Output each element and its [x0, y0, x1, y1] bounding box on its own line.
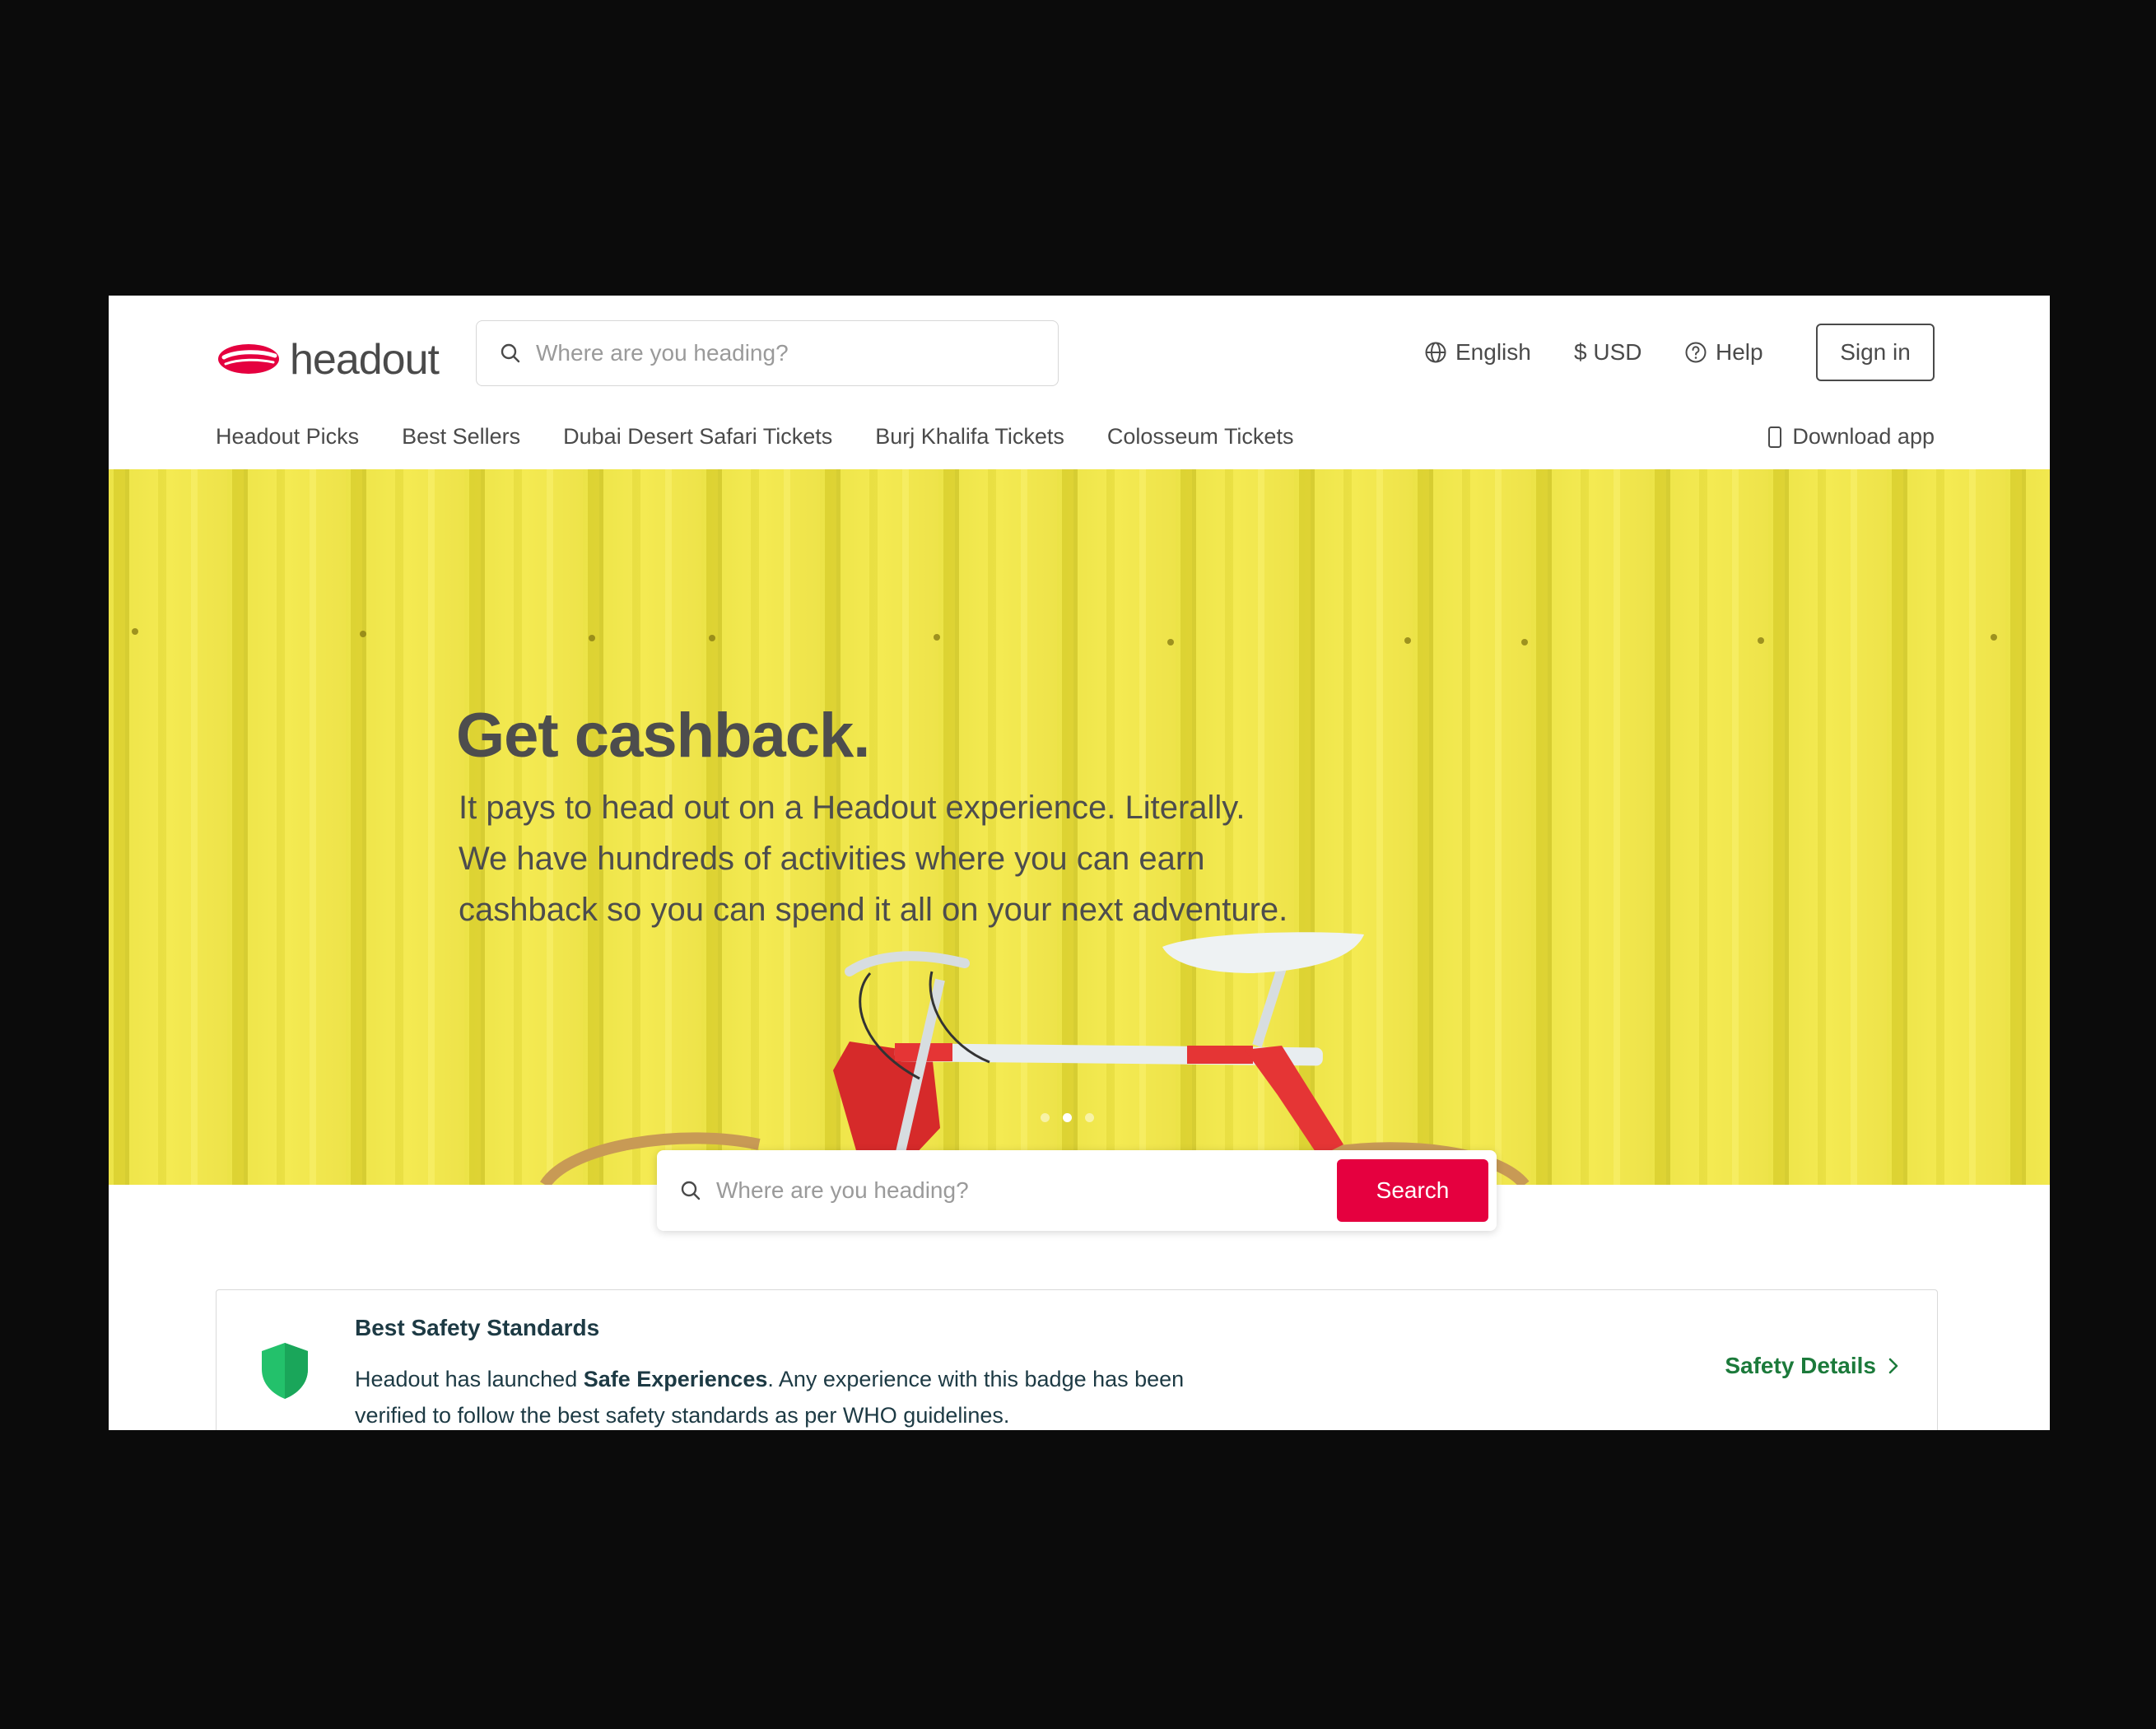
carousel-dots [1041, 1113, 1094, 1122]
headout-logo[interactable]: headout [216, 330, 440, 389]
carousel-dot[interactable] [1085, 1113, 1094, 1122]
sign-in-button[interactable]: Sign in [1816, 324, 1935, 381]
hero-search-box[interactable]: Search [657, 1150, 1497, 1231]
browser-viewport: headout English $ USD [109, 296, 2050, 1430]
safety-details-link[interactable]: Safety Details [1725, 1353, 1899, 1379]
header-search-box[interactable] [476, 320, 1059, 386]
hero-search-input[interactable] [715, 1177, 1327, 1205]
safety-text-part: . Any experience with this badge has bee… [767, 1367, 1185, 1391]
help-link[interactable]: Help [1684, 333, 1763, 371]
header-search-input[interactable] [534, 339, 1031, 367]
globe-icon [1425, 342, 1446, 363]
safety-text-part: Headout has launched [355, 1367, 584, 1391]
safety-title: Best Safety Standards [355, 1315, 600, 1340]
nav-item-burj-khalifa[interactable]: Burj Khalifa Tickets [875, 424, 1064, 457]
hero-banner: Get cashback. It pays to head out on a H… [109, 469, 2050, 1185]
download-app-label: Download app [1792, 424, 1935, 449]
search-icon [681, 1181, 701, 1200]
nav-item-headout-picks[interactable]: Headout Picks [216, 424, 359, 457]
chevron-right-icon [1888, 1358, 1898, 1374]
nav-item-colosseum[interactable]: Colosseum Tickets [1107, 424, 1294, 457]
safety-details-label: Safety Details [1725, 1353, 1876, 1378]
language-label: English [1455, 339, 1531, 365]
safety-standards-card: Best Safety Standards Headout has launch… [216, 1289, 1938, 1430]
nav-item-best-sellers[interactable]: Best Sellers [402, 424, 520, 457]
safe-experiences-label: Safe Experiences [583, 1367, 768, 1391]
language-selector[interactable]: English [1424, 333, 1531, 371]
download-app-link[interactable]: Download app [1767, 424, 1935, 450]
currency-label: $ USD [1574, 339, 1642, 365]
search-button[interactable]: Search [1337, 1159, 1488, 1222]
safety-text-line-2: verified to follow the best safety stand… [355, 1403, 1010, 1428]
safety-description: Headout has launched Safe Experiences. A… [355, 1361, 1260, 1430]
hero-line-1: It pays to head out on a Headout experie… [459, 790, 1246, 826]
phone-icon [1768, 426, 1782, 448]
hero-description: It pays to head out on a Headout experie… [459, 782, 1405, 935]
site-header: headout English $ USD [109, 296, 2050, 470]
brand-name: headout [290, 336, 440, 384]
hero-line-2: We have hundreds of activities where you… [459, 841, 1205, 877]
search-icon [501, 343, 520, 363]
blimp-logo-icon [218, 344, 279, 374]
hero-title: Get cashback. [456, 701, 870, 771]
category-nav: Headout Picks Best Sellers Dubai Desert … [216, 424, 1293, 457]
hero-line-3: cashback so you can spend it all on your… [459, 892, 1288, 928]
carousel-dot-active[interactable] [1063, 1113, 1072, 1122]
shield-icon [262, 1343, 308, 1399]
currency-selector[interactable]: $ USD [1574, 333, 1641, 371]
help-label: Help [1716, 339, 1763, 365]
nav-item-dubai-desert-safari[interactable]: Dubai Desert Safari Tickets [563, 424, 832, 457]
carousel-dot[interactable] [1041, 1113, 1050, 1122]
help-icon [1685, 342, 1707, 363]
